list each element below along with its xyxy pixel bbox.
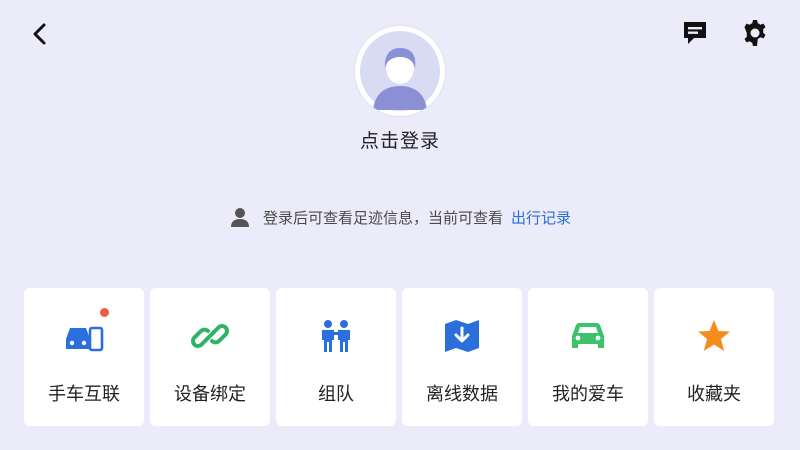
default-avatar-icon <box>360 31 440 111</box>
avatar[interactable] <box>355 26 445 116</box>
travel-records-link[interactable]: 出行记录 <box>511 207 571 228</box>
tile-label: 我的爱车 <box>552 384 624 405</box>
tile-phone-car-link[interactable]: 手车互联 <box>24 288 144 426</box>
notification-badge <box>100 308 109 317</box>
team-icon <box>316 316 356 356</box>
tile-label: 离线数据 <box>426 384 498 405</box>
back-button[interactable] <box>24 18 56 50</box>
tile-label: 设备绑定 <box>174 384 246 405</box>
star-icon <box>694 316 734 356</box>
hint-text: 登录后可查看足迹信息，当前可查看 <box>262 208 503 227</box>
login-label[interactable]: 点击登录 <box>300 126 500 153</box>
tile-label: 收藏夹 <box>687 384 741 405</box>
chevron-left-icon <box>33 23 46 45</box>
tile-label: 组队 <box>318 384 354 405</box>
tile-team[interactable]: 组队 <box>276 288 396 426</box>
settings-button[interactable] <box>738 16 772 50</box>
tile-favorites[interactable]: 收藏夹 <box>654 288 774 426</box>
tile-offline-data[interactable]: 离线数据 <box>402 288 522 426</box>
offline-map-icon <box>442 316 482 356</box>
login-hint: 登录后可查看足迹信息，当前可查看 出行记录 <box>0 204 800 230</box>
feature-grid: 手车互联 设备绑定 组队 离线数据 我的爱车 收藏夹 <box>24 288 776 426</box>
person-icon <box>229 206 251 228</box>
message-icon <box>684 22 706 44</box>
tile-label: 手车互联 <box>48 384 120 405</box>
phone-car-icon <box>64 316 104 356</box>
link-icon <box>190 316 230 356</box>
gear-icon <box>744 20 766 46</box>
car-icon <box>568 316 608 356</box>
tile-device-binding[interactable]: 设备绑定 <box>150 288 270 426</box>
message-button[interactable] <box>678 16 712 50</box>
tile-my-car[interactable]: 我的爱车 <box>528 288 648 426</box>
